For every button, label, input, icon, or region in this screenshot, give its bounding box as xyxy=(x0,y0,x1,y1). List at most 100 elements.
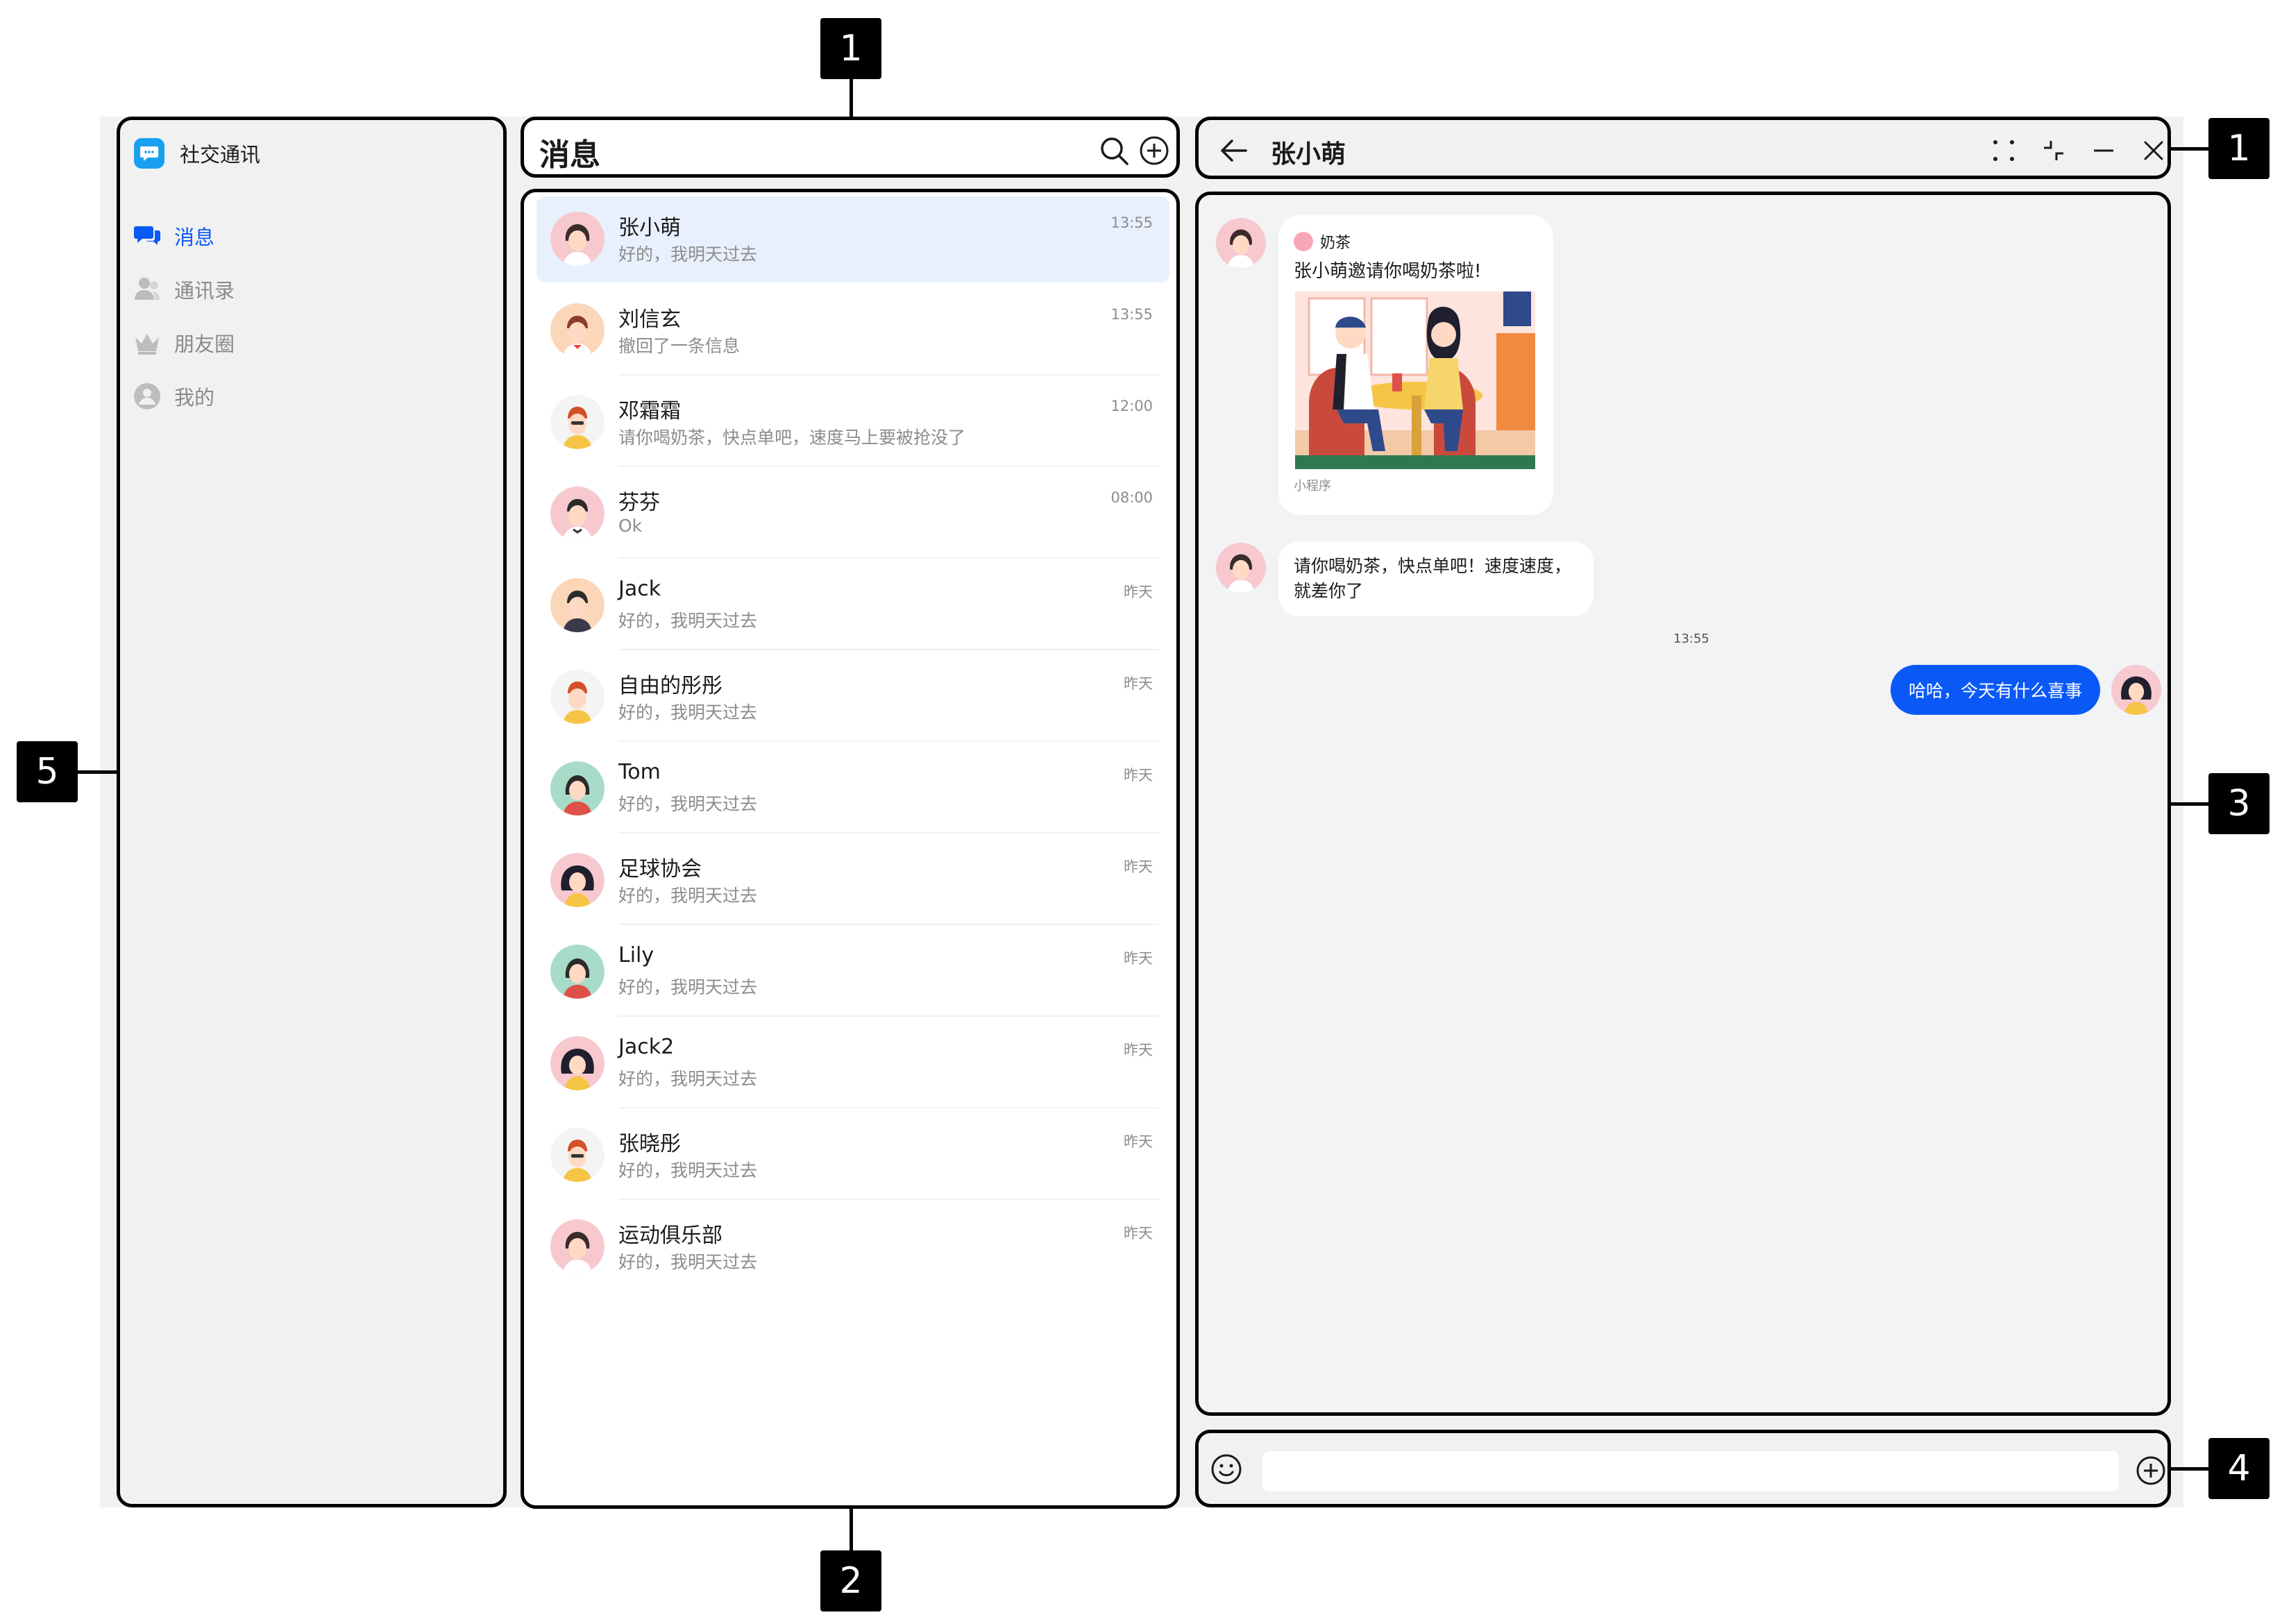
sidebar-item-label: 我的 xyxy=(174,385,215,409)
conversation-item[interactable]: 张小萌 好的，我明天过去 13:55 xyxy=(536,196,1169,282)
callout-line xyxy=(2170,802,2208,806)
chat-header: 张小萌 xyxy=(1195,117,2171,179)
mini-program-description: 张小萌邀请你喝奶茶啦! xyxy=(1294,261,1482,282)
sidebar-item-label: 朋友圈 xyxy=(174,332,235,356)
callout-line xyxy=(850,1507,853,1550)
message-input[interactable] xyxy=(1262,1451,2119,1491)
avatar xyxy=(550,670,605,724)
conversation-name: 邓霜霜 xyxy=(618,399,681,423)
sidebar-item-messages[interactable]: 消息 xyxy=(133,209,235,262)
conversation-item[interactable]: 运动俱乐部 好的，我明天过去 昨天 xyxy=(536,1204,1169,1290)
avatar xyxy=(550,853,605,907)
minimize-icon[interactable] xyxy=(2090,137,2118,164)
profile-icon xyxy=(133,382,162,411)
conversation-time: 昨天 xyxy=(1124,1225,1153,1242)
sidebar-item-contacts[interactable]: 通讯录 xyxy=(133,262,235,316)
conversation-name: 刘信玄 xyxy=(618,307,681,332)
conversation-name: Lily xyxy=(618,943,654,967)
sidebar-item-label: 通讯录 xyxy=(174,278,235,303)
avatar xyxy=(550,1128,605,1182)
avatar xyxy=(550,395,605,449)
search-icon[interactable] xyxy=(1099,135,1129,166)
conversation-item[interactable]: Tom 好的，我明天过去 昨天 xyxy=(536,746,1169,834)
conversation-name: 芬芬 xyxy=(618,491,660,515)
divider xyxy=(618,466,1160,467)
avatar xyxy=(550,761,605,815)
fullscreen-icon[interactable] xyxy=(1990,137,2018,164)
conversation-time: 08:00 xyxy=(1110,489,1153,506)
conversation-name: 自由的彤彤 xyxy=(618,674,722,698)
conversation-time: 13:55 xyxy=(1110,214,1153,231)
contacts-icon xyxy=(133,275,162,304)
conversation-time: 昨天 xyxy=(1124,858,1153,875)
avatar xyxy=(550,945,605,999)
back-arrow-icon[interactable] xyxy=(1218,135,1249,166)
page-title: 消息 xyxy=(539,137,600,173)
app-title: 社交通讯 xyxy=(134,138,260,169)
divider xyxy=(618,1199,1160,1200)
callout-marker-3: 3 xyxy=(2208,773,2270,834)
add-attachment-icon[interactable] xyxy=(2136,1455,2166,1486)
conversation-item[interactable]: 足球协会 好的，我明天过去 昨天 xyxy=(536,838,1169,925)
sidebar-item-me[interactable]: 我的 xyxy=(133,369,235,423)
divider xyxy=(618,557,1160,559)
incoming-message-bubble: 请你喝奶茶，快点单吧！速度速度， 就差你了 xyxy=(1278,541,1594,616)
message-text-line: 就差你了 xyxy=(1294,581,1364,601)
conversation-preview: 好的，我明天过去 xyxy=(618,886,758,906)
conversation-name: 足球协会 xyxy=(618,857,702,881)
conversation-preview: 好的，我明天过去 xyxy=(618,794,758,814)
avatar xyxy=(550,303,605,357)
milk-tea-logo-icon xyxy=(1294,232,1313,251)
restore-window-icon[interactable] xyxy=(2040,137,2068,164)
mini-program-card[interactable]: 奶茶 张小萌邀请你喝奶茶啦! 小程序 xyxy=(1278,215,1553,515)
close-icon[interactable] xyxy=(2140,137,2167,164)
conversation-preview: 请你喝奶茶，快点单吧，速度马上要被抢没了 xyxy=(618,428,966,448)
callout-marker-5: 5 xyxy=(17,741,78,802)
avatar xyxy=(550,578,605,632)
conversation-preview: 好的，我明天过去 xyxy=(618,1069,758,1089)
conversation-item[interactable]: Jack 好的，我明天过去 昨天 xyxy=(536,563,1169,650)
callout-marker-1: 1 xyxy=(820,18,881,79)
callout-marker-4: 4 xyxy=(2208,1438,2270,1499)
conversation-item[interactable]: 自由的彤彤 好的，我明天过去 昨天 xyxy=(536,654,1169,742)
conversation-name: Jack xyxy=(618,577,661,601)
conversation-item[interactable]: 刘信玄 撤回了一条信息 13:55 xyxy=(536,288,1169,375)
mini-program-footer: 小程序 xyxy=(1294,479,1331,493)
conversation-name: 运动俱乐部 xyxy=(618,1224,722,1248)
sidebar-nav: 消息 通讯录 朋友圈 我的 xyxy=(133,209,235,423)
divider xyxy=(618,649,1160,650)
conversation-name: 张小萌 xyxy=(618,216,681,240)
mini-program-app: 奶茶 xyxy=(1294,230,1351,253)
callout-marker-2: 2 xyxy=(820,1550,881,1612)
conversation-time: 昨天 xyxy=(1124,950,1153,967)
sidebar: 社交通讯 消息 通讯录 朋友圈 我的 xyxy=(117,117,507,1507)
avatar xyxy=(550,1219,605,1274)
mini-program-app-name: 奶茶 xyxy=(1320,235,1351,252)
avatar xyxy=(550,1036,605,1090)
emoji-icon[interactable] xyxy=(1210,1453,1243,1486)
chat-bubble-icon xyxy=(133,221,162,251)
conversation-item[interactable]: Jack2 好的，我明天过去 昨天 xyxy=(536,1021,1169,1108)
conversation-item[interactable]: 芬芬 Ok 08:00 xyxy=(536,471,1169,559)
conversation-item[interactable]: Lily 好的，我明天过去 昨天 xyxy=(536,929,1169,1017)
add-icon[interactable] xyxy=(1139,135,1169,166)
avatar xyxy=(1216,218,1266,268)
message-input-bar xyxy=(1195,1430,2171,1507)
conversation-item[interactable]: 邓霜霜 请你喝奶茶，快点单吧，速度马上要被抢没了 12:00 xyxy=(536,380,1169,467)
divider xyxy=(618,1015,1160,1017)
callout-line xyxy=(850,79,853,117)
callout-line xyxy=(2170,147,2208,151)
divider xyxy=(618,374,1160,375)
message-list-header: 消息 xyxy=(521,117,1180,178)
conversation-preview: 好的，我明天过去 xyxy=(618,1160,758,1181)
message-timestamp: 13:55 xyxy=(1673,632,1709,646)
sidebar-item-moments[interactable]: 朋友圈 xyxy=(133,316,235,369)
avatar xyxy=(550,487,605,541)
avatar xyxy=(1216,543,1266,593)
conversation-preview: 好的，我明天过去 xyxy=(618,611,758,631)
conversation-time: 昨天 xyxy=(1124,675,1153,692)
conversation-item[interactable]: 张晓彤 好的，我明天过去 昨天 xyxy=(536,1113,1169,1200)
conversation-preview: 好的，我明天过去 xyxy=(618,244,758,264)
conversation-time: 昨天 xyxy=(1124,1042,1153,1058)
callout-line xyxy=(2170,1467,2208,1471)
